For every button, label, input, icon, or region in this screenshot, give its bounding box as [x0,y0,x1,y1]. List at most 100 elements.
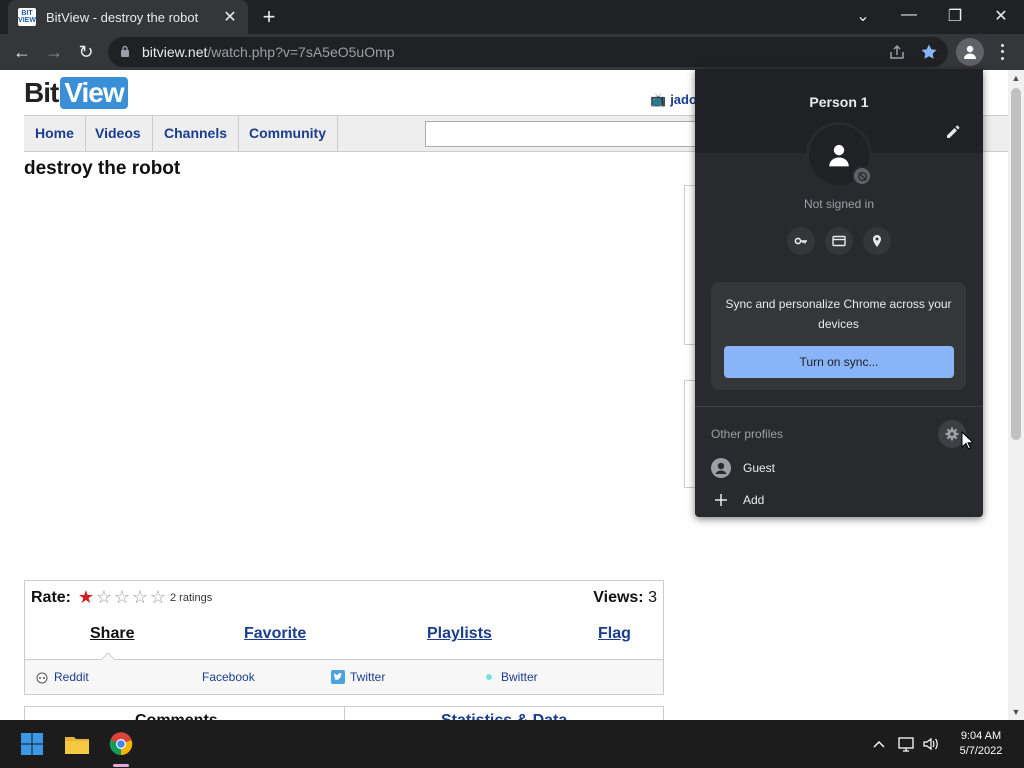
kebab-menu-icon[interactable] [994,42,1010,62]
url-path: /watch.php?v=7sA5eO5uOmp [207,44,395,60]
forward-icon[interactable]: → [43,41,65,63]
clock-date: 5/7/2022 [959,745,1003,757]
add-profile-row[interactable]: Add [711,488,764,512]
share-icon[interactable] [888,43,906,61]
guest-profile-row[interactable]: Guest [711,456,775,480]
share-bwitter[interactable]: Bwitter [482,670,538,684]
tab-close-icon[interactable]: ✕ [222,7,238,27]
ratings-count: 2 ratings [170,592,213,604]
windows-taskbar: 9:04 AM 5/7/2022 [0,720,1024,768]
tab-playlists[interactable]: Playlists [427,625,492,643]
views-label: Views: [593,589,644,606]
star-empty-icon[interactable]: ☆ [149,588,167,606]
bottom-tabs: Comments Statistics & Data [24,706,664,720]
sync-promo-card: Sync and personalize Chrome across your … [711,282,966,390]
scroll-up-arrow-icon[interactable]: ▲ [1008,70,1024,86]
share-reddit[interactable]: Reddit [35,670,89,684]
restore-icon[interactable]: ❐ [943,6,967,26]
twitter-icon [331,670,345,684]
logo-view-text: View [60,77,128,109]
views-count: Views: 3 [593,589,657,607]
views-value: 3 [648,589,657,606]
plus-icon [711,490,731,510]
share-twitter-label: Twitter [350,670,386,684]
star-empty-icon[interactable]: ☆ [113,588,131,606]
url-text: bitview.net/watch.php?v=7sA5eO5uOmp [142,44,395,60]
edit-pencil-icon[interactable] [943,122,963,142]
mouse-cursor-icon [961,431,973,450]
card-icon[interactable] [825,227,853,255]
video-title: destroy the robot [24,158,181,179]
url-host: bitview.net [142,44,208,60]
nav-community[interactable]: Community [238,116,338,151]
tab-favorite[interactable]: Favorite [244,625,306,643]
window-close-icon[interactable]: ✕ [989,6,1013,26]
reddit-icon [35,670,49,684]
star-empty-icon[interactable]: ☆ [131,588,149,606]
key-icon[interactable] [787,227,815,255]
bwitter-icon [482,670,496,684]
share-facebook[interactable]: Facebook [202,670,255,684]
browser-tab[interactable]: BIT VIEW BitView - destroy the robot ✕ [8,0,248,34]
tab-search-chevron-icon[interactable]: ⌄ [851,6,875,26]
new-tab-plus-icon[interactable]: + [258,6,280,28]
tab-flag[interactable]: Flag [598,625,631,643]
system-clock[interactable]: 9:04 AM 5/7/2022 [944,729,1018,759]
reload-icon[interactable]: ↻ [75,41,97,63]
lock-icon [121,45,129,57]
rating-stars[interactable]: ★ ☆ ☆ ☆ ☆ [77,588,167,606]
video-info-panel: Rate: ★ ☆ ☆ ☆ ☆ 2 ratings Views: 3 Share Fav… [24,580,664,695]
site-search-input[interactable] [425,121,715,147]
sync-promo-text: Sync and personalize Chrome across your … [725,297,952,331]
turn-on-sync-button[interactable]: Turn on sync... [724,346,954,378]
nav-channels[interactable]: Channels [153,116,240,151]
tab-strip: BIT VIEW BitView - destroy the robot ✕ +… [0,0,1024,34]
page-scrollbar[interactable]: ▲ ▼ [1008,70,1024,720]
address-bar[interactable]: bitview.net/watch.php?v=7sA5eO5uOmp [108,37,948,67]
clock-time: 9:04 AM [960,730,1002,742]
tab-comments[interactable]: Comments [135,712,218,720]
share-links-bar: Reddit Facebook Twitter Bwitter [25,659,663,694]
tab-title: BitView - destroy the robot [46,9,199,25]
tab-statistics[interactable]: Statistics & Data [441,712,567,720]
bitview-favicon-icon: BIT VIEW [18,8,36,26]
sign-in-status: Not signed in [803,197,875,211]
scroll-down-arrow-icon[interactable]: ▼ [1008,704,1024,720]
share-reddit-label: Reddit [54,670,89,684]
windows-start-icon[interactable] [16,728,48,760]
guest-label: Guest [743,461,776,475]
chrome-icon[interactable] [105,728,137,760]
profile-name: Person 1 [809,94,869,110]
browser-toolbar: ← → ↻ bitview.net/watch.php?v=7sA5eO5uOm… [0,34,1024,70]
location-pin-icon[interactable] [863,227,891,255]
guest-icon [711,458,731,478]
rate-label: Rate: [31,589,72,606]
file-explorer-icon[interactable] [61,728,93,760]
nav-home[interactable]: Home [24,116,86,151]
profile-menu: Person 1 Not signed in Sync and personal… [695,69,983,517]
share-facebook-label: Facebook [202,670,255,684]
other-profiles-label: Other profiles [711,427,784,441]
minimize-icon[interactable]: — [897,6,921,24]
scrollbar-thumb[interactable] [1011,88,1021,440]
bookmark-star-icon[interactable] [920,43,938,61]
menu-divider [695,406,983,407]
sync-off-badge-icon [852,166,872,186]
active-app-indicator [113,764,129,767]
tray-chevron-icon[interactable] [869,734,889,754]
tab-share[interactable]: Share [90,625,134,643]
nav-videos[interactable]: Videos [84,116,153,151]
share-bwitter-label: Bwitter [501,670,538,684]
back-icon[interactable]: ← [11,41,33,63]
star-filled-icon[interactable]: ★ [77,588,95,606]
volume-icon[interactable] [921,734,941,754]
bitview-logo[interactable]: Bit View [24,76,128,110]
add-label: Add [743,493,765,507]
profile-icon[interactable] [956,38,984,66]
logo-bit-text: Bit [24,77,59,108]
share-twitter[interactable]: Twitter [331,670,385,684]
star-empty-icon[interactable]: ☆ [95,588,113,606]
network-icon[interactable] [897,734,917,754]
tv-icon: 📺 [650,92,667,107]
active-tab-notch [101,652,115,660]
